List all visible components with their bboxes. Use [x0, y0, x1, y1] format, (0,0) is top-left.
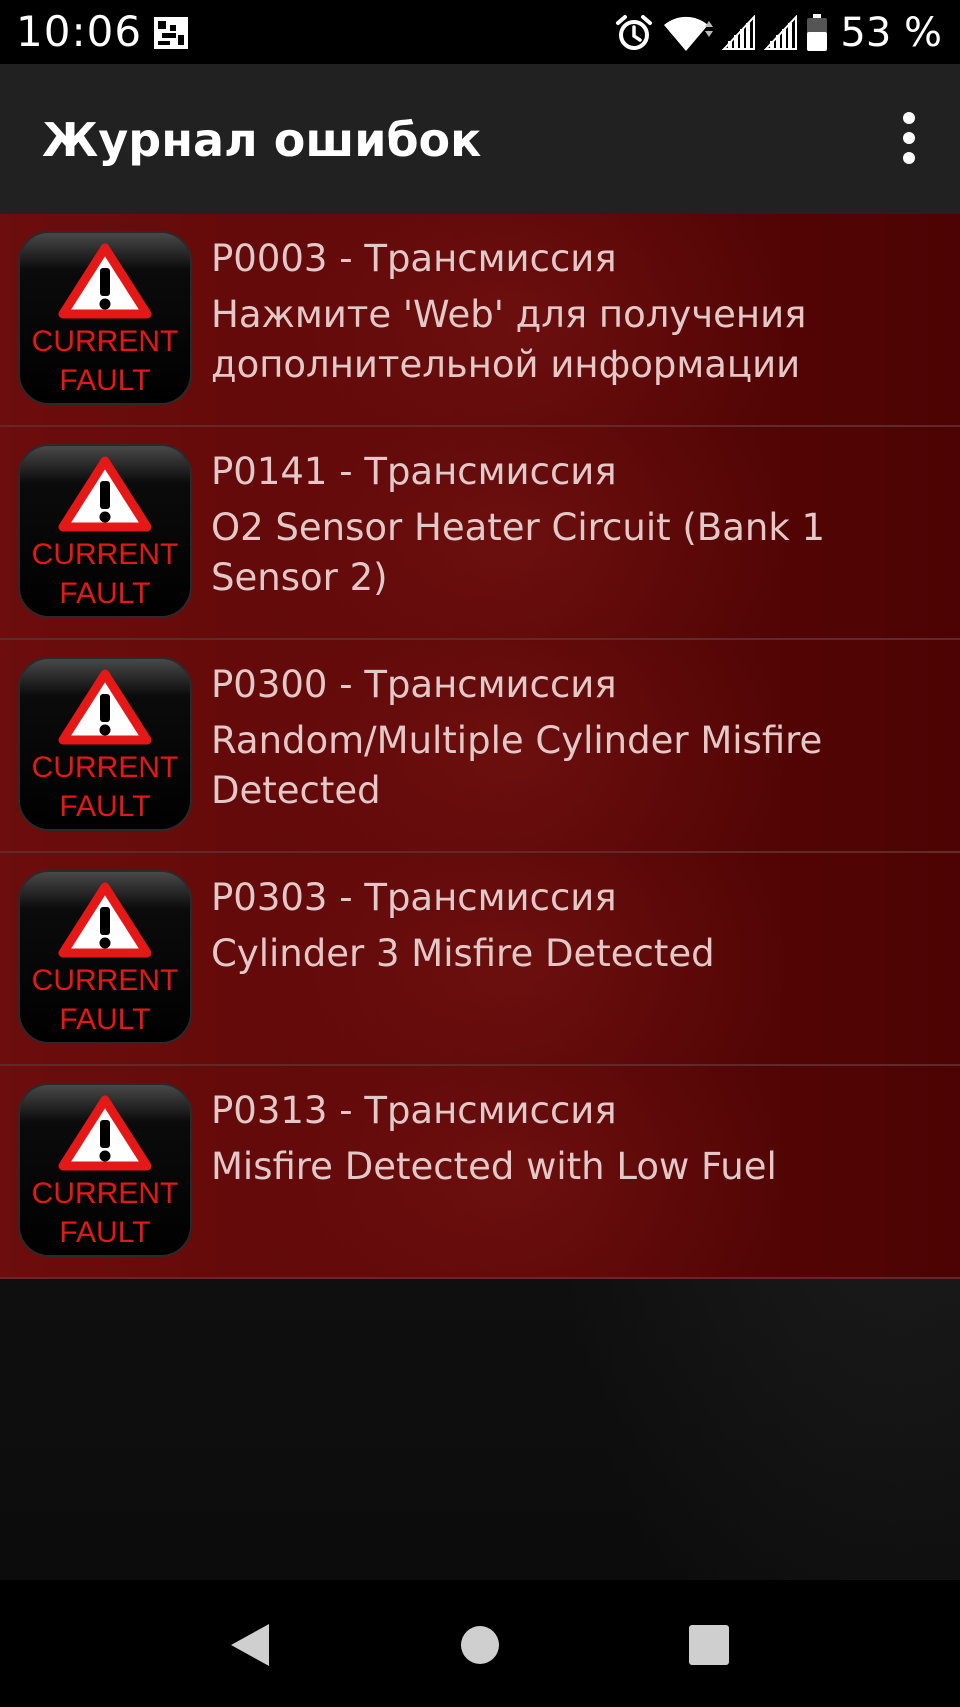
fault-code: P0003 - Трансмиссия [211, 237, 617, 280]
recents-icon[interactable] [674, 1610, 744, 1680]
fault-row[interactable]: CURRENT FAULT P0303 - Трансмиссия Cylind… [0, 853, 960, 1066]
fault-row[interactable]: CURRENT FAULT P0003 - Трансмиссия Нажмит… [0, 214, 960, 427]
badge-text-fault: FAULT [59, 577, 150, 610]
fault-list: CURRENT FAULT P0003 - Трансмиссия Нажмит… [0, 214, 960, 1279]
wifi-icon [662, 13, 714, 53]
badge-text-current: CURRENT [32, 751, 179, 784]
current-fault-icon: CURRENT FAULT [17, 1082, 193, 1258]
badge-text-current: CURRENT [32, 964, 179, 997]
badge-text-current: CURRENT [32, 325, 179, 358]
fault-text: P0303 - Трансмиссия Cylinder 3 Misfire D… [211, 873, 931, 979]
current-fault-icon: CURRENT FAULT [17, 656, 193, 832]
fault-code: P0141 - Трансмиссия [211, 450, 617, 493]
fault-row[interactable]: CURRENT FAULT P0141 - Трансмиссия O2 Sen… [0, 427, 960, 640]
status-time: 10:06 [16, 7, 143, 56]
navigation-bar [0, 1580, 960, 1707]
badge-text-current: CURRENT [32, 1177, 179, 1210]
fault-text: P0003 - Трансмиссия Нажмите 'Web' для по… [211, 234, 931, 390]
fault-text: P0141 - Трансмиссия O2 Sensor Heater Cir… [211, 447, 931, 603]
fault-row[interactable]: CURRENT FAULT P0300 - Трансмиссия Random… [0, 640, 960, 853]
status-icons: 53 % [614, 8, 942, 58]
fault-description: Misfire Detected with Low Fuel [211, 1145, 777, 1188]
badge-text-fault: FAULT [59, 1003, 150, 1036]
alarm-icon [614, 13, 654, 53]
back-icon[interactable] [215, 1610, 285, 1680]
signal-icon [722, 15, 756, 51]
page-title: Журнал ошибок [42, 113, 482, 167]
more-vertical-icon[interactable] [884, 108, 934, 168]
fault-code: P0300 - Трансмиссия [211, 663, 617, 706]
fault-log-content: CURRENT FAULT P0003 - Трансмиссия Нажмит… [0, 214, 960, 1580]
app-bar: Журнал ошибок [0, 64, 960, 214]
fault-description: Random/Multiple Cylinder Misfire Detecte… [211, 719, 823, 812]
battery-percent: 53 % [840, 10, 942, 56]
screen: 10:06 53 % Журнал ошибок CURRENT FAULT P… [0, 0, 960, 1707]
notification-image-icon [152, 15, 190, 51]
fault-code: P0303 - Трансмиссия [211, 876, 617, 919]
fault-description: Cylinder 3 Misfire Detected [211, 932, 715, 975]
fault-text: P0313 - Трансмиссия Misfire Detected wit… [211, 1086, 931, 1192]
status-bar: 10:06 53 % [0, 0, 960, 64]
home-icon[interactable] [445, 1610, 515, 1680]
fault-description: O2 Sensor Heater Circuit (Bank 1 Sensor … [211, 506, 826, 599]
fault-code: P0313 - Трансмиссия [211, 1089, 617, 1132]
badge-text-fault: FAULT [59, 364, 150, 397]
fault-row[interactable]: CURRENT FAULT P0313 - Трансмиссия Misfir… [0, 1066, 960, 1279]
current-fault-icon: CURRENT FAULT [17, 443, 193, 619]
signal-icon [764, 15, 798, 51]
current-fault-icon: CURRENT FAULT [17, 869, 193, 1045]
current-fault-icon: CURRENT FAULT [17, 230, 193, 406]
battery-icon [806, 14, 828, 52]
fault-text: P0300 - Трансмиссия Random/Multiple Cyli… [211, 660, 931, 816]
badge-text-fault: FAULT [59, 790, 150, 823]
badge-text-current: CURRENT [32, 538, 179, 571]
fault-description: Нажмите 'Web' для получения дополнительн… [211, 293, 807, 386]
badge-text-fault: FAULT [59, 1216, 150, 1249]
